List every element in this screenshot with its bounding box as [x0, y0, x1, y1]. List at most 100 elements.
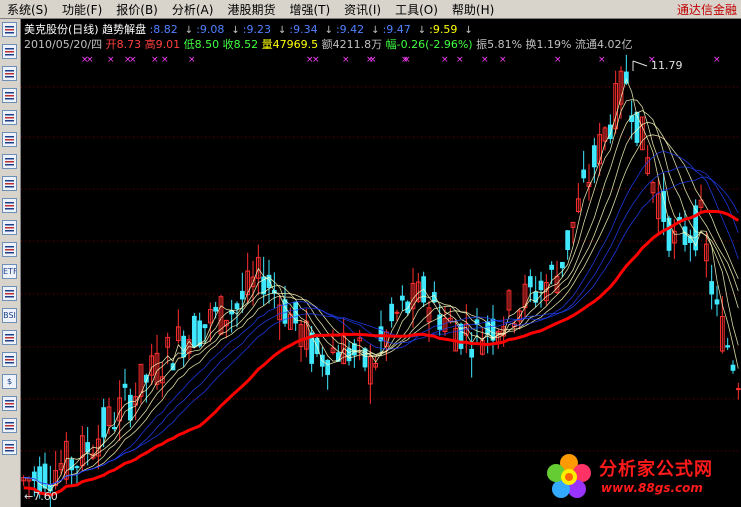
menu-bar: 系统(S) 功能(F) 报价(B) 分析(A) 港股期货 增强(T) 资讯(I)… [0, 0, 741, 19]
candle-body [538, 280, 544, 291]
people-icon[interactable] [2, 198, 17, 213]
amount-label: 额 [321, 38, 333, 51]
signal-marker: × [129, 55, 137, 65]
ohlc-line: 2010/05/20/四 开8.73 高9.01 低8.50 收8.52 量47… [24, 36, 632, 52]
turnover-value: 1.19% [536, 38, 572, 51]
down-arrow-icon: ↓ [371, 25, 380, 36]
menu-analysis[interactable]: 分析(A) [165, 1, 221, 18]
signal-marker: × [312, 55, 320, 65]
float-value: 4.02亿 [596, 38, 633, 51]
table-icon[interactable] [2, 110, 17, 125]
indicator-value-7: :9.59 [429, 23, 458, 36]
candle-body [565, 230, 571, 251]
menu-quote[interactable]: 报价(B) [109, 1, 165, 18]
candle-body [74, 466, 80, 469]
low-label: 低 [183, 38, 195, 51]
candle-body [191, 315, 197, 348]
signal-marker: × [161, 55, 169, 65]
low-value: 8.50 [194, 38, 220, 51]
candle-body [709, 281, 715, 295]
amplitude-label: 振 [476, 38, 488, 51]
mail-icon[interactable] [2, 176, 17, 191]
search-icon[interactable] [2, 242, 17, 257]
signal-marker: × [403, 55, 411, 65]
menu-info[interactable]: 资讯(I) [337, 1, 388, 18]
wave-icon[interactable] [2, 286, 17, 301]
indicator-value-1: :8.82 [149, 23, 178, 36]
candle-body [389, 303, 395, 322]
fan-line [23, 121, 739, 486]
news-icon[interactable] [2, 330, 17, 345]
high-marker-pointer [632, 60, 648, 67]
candle-body [469, 348, 475, 358]
dollar-icon[interactable]: $ [2, 374, 17, 389]
candle-body [111, 426, 117, 430]
menu-enhance[interactable]: 增强(T) [282, 1, 337, 18]
candle-body [399, 295, 405, 301]
table2-icon[interactable] [2, 132, 17, 147]
candle-icon[interactable] [2, 88, 17, 103]
indicator-values: :8.82 ↓:9.08 ↓:9.23 ↓:9.34 ↓:9.42 ↓:9.47 ↓:9.5… [150, 23, 476, 36]
volume-label: 量 [261, 38, 273, 51]
flower-logo-icon [547, 454, 591, 498]
indicator-value-5: :9.42 [335, 23, 365, 36]
candle-body [730, 364, 736, 371]
kline-chart[interactable]: × × × × × × × × × × × × × × × × × × × × × × × 美克股份(日线) 趋势解盘 :8… [21, 19, 741, 507]
etf-icon[interactable]: ETF [2, 264, 17, 279]
change-label: 幅 [385, 38, 397, 51]
chat-icon[interactable] [2, 440, 17, 455]
candle-body [213, 306, 219, 312]
candle-body [378, 326, 384, 342]
watermark-title: 分析家公式网 [599, 459, 713, 480]
candle-body [325, 359, 331, 375]
signal-marker: × [456, 55, 464, 65]
indicator-value-3: :9.23 [242, 23, 271, 36]
fan-line [23, 99, 739, 487]
quote-icon[interactable] [2, 154, 17, 169]
menu-hk-futures[interactable]: 港股期货 [220, 1, 282, 18]
high-label: 高 [144, 38, 156, 51]
stock-title: 美克股份(日线) [24, 23, 99, 36]
high-value: 9.01 [155, 38, 181, 51]
tool-icon[interactable] [2, 396, 17, 411]
candle-body [122, 383, 128, 388]
grid-icon[interactable] [2, 44, 17, 59]
line-chart-icon[interactable] [2, 66, 17, 81]
signal-marker: × [481, 55, 489, 65]
menu-tools[interactable]: 工具(O) [388, 1, 445, 18]
down-arrow-icon: ↓ [417, 25, 427, 36]
candle-body [549, 264, 555, 270]
candle-body [234, 303, 240, 310]
down-arrow-icon: ↓ [324, 25, 333, 36]
bsi-icon[interactable]: BSI [2, 308, 17, 323]
indicator-value-2: :9.08 [196, 23, 225, 36]
open-value: 8.73 [116, 38, 142, 51]
menu-system[interactable]: 系统(S) [0, 1, 55, 18]
candle-body [394, 311, 400, 314]
down-arrow-icon: ↓ [231, 25, 240, 36]
calc-icon[interactable] [2, 352, 17, 367]
pencil-icon[interactable] [2, 418, 17, 433]
signal-marker: × [369, 55, 377, 65]
left-toolbar: ETF BSI $ [0, 19, 21, 507]
indicator-value-6: :9.47 [382, 23, 411, 36]
change-value: -0.26(-2.96%) [396, 38, 473, 51]
list-icon[interactable] [2, 22, 17, 37]
indicator-line: 美克股份(日线) 趋势解盘 :8.82 ↓:9.08 ↓:9.23 ↓:9.34 ↓:9… [24, 21, 476, 37]
analysis-icon[interactable] [2, 220, 17, 235]
menu-help[interactable]: 帮助(H) [445, 1, 501, 18]
close-label: 收 [222, 38, 234, 51]
turnover-label: 换 [525, 38, 537, 51]
signal-marker: × [598, 55, 606, 65]
candle-body [101, 407, 107, 438]
candle-body [581, 169, 587, 179]
menu-function[interactable]: 功能(F) [55, 1, 109, 18]
bar-date: 2010/05/20/四 [24, 38, 103, 51]
down-arrow-icon: ↓ [464, 25, 473, 36]
chart-canvas: ×× × ×× × × × ×× × ×× ×× × × × × × × × × [21, 54, 741, 507]
amount-value: 4211.8万 [332, 38, 383, 51]
candle-body [682, 226, 688, 245]
watermark-logo: 分析家公式网 www.88gs.com [541, 449, 741, 505]
signal-marker: × [107, 55, 115, 65]
indicator-value-4: :9.34 [289, 23, 318, 36]
